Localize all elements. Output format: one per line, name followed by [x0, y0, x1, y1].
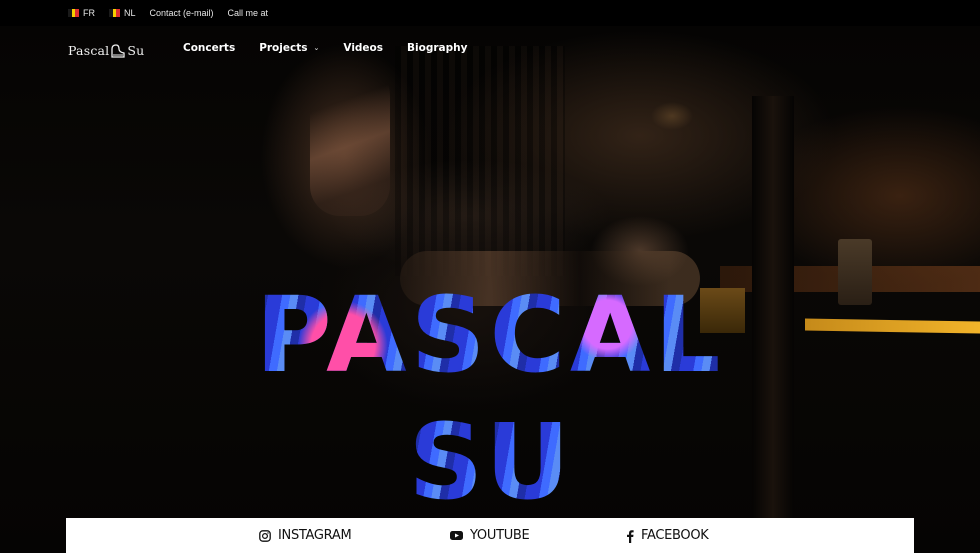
language-nl-link[interactable]: NL	[109, 8, 136, 18]
hero-title-first-name: PASCAL	[0, 283, 980, 387]
nav-item-projects[interactable]: Projects ⌄	[259, 42, 319, 54]
nav-item-label: Videos	[343, 42, 384, 54]
instagram-icon	[259, 529, 271, 542]
top-utility-bar: FR NL Contact (e-mail) Call me at	[0, 0, 980, 26]
nav-item-label: Biography	[407, 42, 468, 54]
youtube-link[interactable]: YOUTUBE	[450, 528, 530, 543]
logo-text-first: Pascal	[68, 43, 110, 58]
grand-piano-icon	[111, 43, 126, 58]
instagram-link[interactable]: INSTAGRAM	[259, 528, 352, 543]
call-me-link[interactable]: Call me at	[228, 8, 269, 18]
social-links-bar: INSTAGRAM YOUTUBE FACEBOOK	[66, 518, 914, 553]
pianist-face	[310, 56, 390, 216]
nav-item-label: Concerts	[183, 42, 236, 54]
instagram-label: INSTAGRAM	[278, 528, 352, 543]
language-fr-label: FR	[83, 8, 95, 18]
language-fr-link[interactable]: FR	[68, 8, 95, 18]
facebook-label: FACEBOOK	[641, 528, 709, 543]
nav-item-label: Projects	[259, 42, 308, 54]
youtube-label: YOUTUBE	[470, 528, 530, 543]
contact-email-link[interactable]: Contact (e-mail)	[150, 8, 214, 18]
youtube-icon	[450, 531, 463, 540]
belgium-flag-icon	[68, 9, 80, 17]
hero-title-last-name: SU	[0, 410, 980, 514]
site-logo[interactable]: Pascal Su	[68, 43, 144, 58]
nav-item-concerts[interactable]: Concerts	[183, 42, 235, 54]
main-navigation: Pascal Su Concerts Projects ⌄ Videos Bio…	[0, 26, 980, 72]
nav-menu: Concerts Projects ⌄ Videos Biography	[183, 42, 491, 54]
nav-item-videos[interactable]: Videos	[343, 42, 383, 54]
chevron-down-icon: ⌄	[313, 44, 320, 52]
facebook-icon	[627, 529, 634, 543]
language-nl-label: NL	[124, 8, 136, 18]
facebook-link[interactable]: FACEBOOK	[626, 528, 709, 543]
logo-text-second: Su	[127, 43, 145, 58]
nav-item-biography[interactable]: Biography	[407, 42, 467, 54]
belgium-flag-icon	[109, 9, 121, 17]
